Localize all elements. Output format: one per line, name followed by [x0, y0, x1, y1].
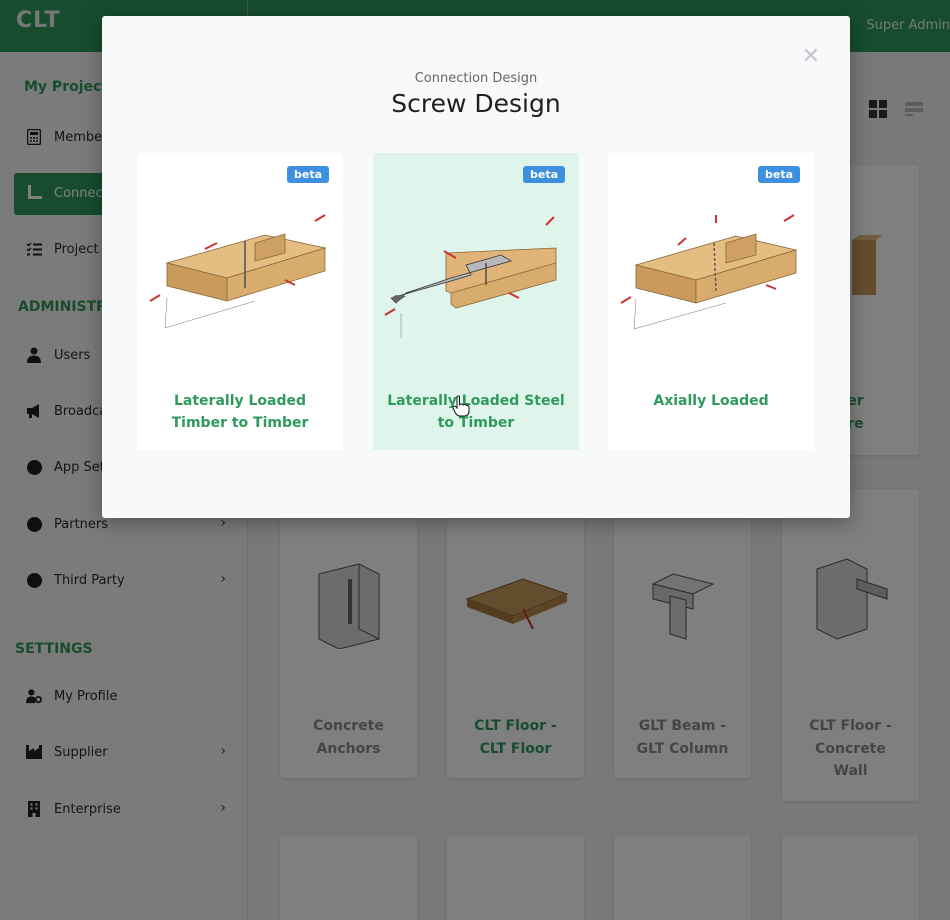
modal-subtitle: Connection Design	[414, 71, 538, 86]
axially-loaded-illustration	[620, 214, 798, 330]
option-label-line: to Timber	[437, 415, 515, 431]
option-label: Laterally Loaded Timber to Timber	[147, 390, 333, 434]
timber-to-timber-illustration	[149, 214, 327, 329]
beta-badge: beta	[286, 166, 329, 183]
option-label-line: Laterally Loaded	[173, 393, 307, 409]
option-laterally-loaded-timber-to-timber[interactable]: beta Laterally Loaded Timber to Timber	[137, 153, 343, 450]
beta-badge: beta	[522, 166, 565, 183]
option-label: Axially Loaded	[618, 390, 804, 412]
option-label: Laterally Loaded Steel to Timber	[383, 390, 569, 434]
option-laterally-loaded-steel-to-timber[interactable]: beta Laterally Loaded Steel to Timber	[373, 153, 579, 450]
close-icon[interactable]: ✕	[802, 46, 820, 68]
option-label-line: Axially Loaded	[653, 393, 769, 409]
beta-badge: beta	[757, 166, 800, 183]
modal-title: Screw Design	[391, 89, 561, 118]
steel-to-timber-illustration	[384, 216, 557, 338]
option-label-line: Timber to Timber	[171, 415, 309, 431]
screw-design-modal: ✕ Connection Design Screw Design beta La…	[102, 16, 850, 518]
option-label-line: Laterally Loaded Steel	[387, 393, 565, 409]
option-axially-loaded[interactable]: beta Axially Loaded	[608, 153, 814, 450]
hand-cursor-icon	[452, 395, 470, 417]
